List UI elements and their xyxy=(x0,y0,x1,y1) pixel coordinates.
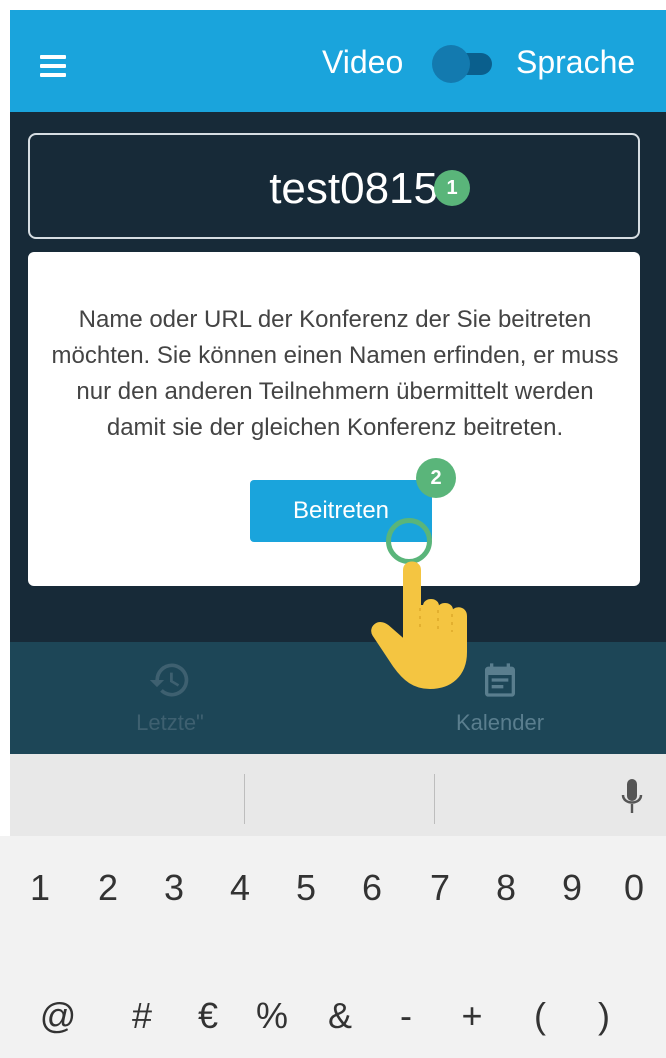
keyboard-key[interactable]: & xyxy=(316,995,364,1037)
keyboard-key[interactable]: 1 xyxy=(16,867,64,909)
keyboard-suggestion-bar xyxy=(10,754,666,836)
keyboard-key[interactable]: € xyxy=(184,995,232,1037)
keyboard-key[interactable]: 2 xyxy=(84,867,132,909)
keyboard-key[interactable]: % xyxy=(248,995,296,1037)
history-icon xyxy=(149,663,189,697)
keyboard-key[interactable]: 5 xyxy=(282,867,330,909)
nav-recent-label: Letzte" xyxy=(136,710,204,735)
keyboard-key[interactable]: - xyxy=(382,995,430,1037)
hamburger-menu-icon[interactable] xyxy=(40,55,66,77)
microphone-icon[interactable] xyxy=(620,778,644,816)
suggestion-divider xyxy=(244,774,245,824)
keyboard-key[interactable]: 4 xyxy=(216,867,264,909)
keyboard-key[interactable]: 0 xyxy=(610,867,658,909)
video-label: Video xyxy=(322,44,404,80)
keyboard-key[interactable]: 9 xyxy=(548,867,596,909)
nav-calendar-label: Kalender xyxy=(455,710,545,735)
suggestion-divider xyxy=(434,774,435,824)
keyboard-key[interactable]: ( xyxy=(516,995,564,1037)
keyboard-key[interactable]: + xyxy=(448,995,496,1037)
language-label: Sprache xyxy=(516,44,636,80)
toggle-thumb[interactable] xyxy=(432,45,470,83)
keyboard-key[interactable]: 6 xyxy=(348,867,396,909)
keyboard-key[interactable]: # xyxy=(118,995,166,1037)
top-strip xyxy=(0,0,666,10)
keyboard-key[interactable]: 8 xyxy=(482,867,530,909)
room-name-value[interactable]: test0815 xyxy=(30,164,438,214)
keyboard-key[interactable]: ) xyxy=(580,995,628,1037)
step-2-badge: 2 xyxy=(416,458,456,498)
calendar-icon xyxy=(485,663,515,697)
info-text: Name oder URL der Konferenz der Sie beit… xyxy=(51,306,619,441)
pointing-hand-icon xyxy=(371,561,467,690)
step-1-badge: 1 xyxy=(434,170,470,206)
keyboard-key[interactable]: @ xyxy=(34,995,82,1037)
keyboard-key[interactable]: 7 xyxy=(416,867,464,909)
keyboard-key[interactable]: 3 xyxy=(150,867,198,909)
nav-recent[interactable]: Letzte" xyxy=(100,658,240,736)
